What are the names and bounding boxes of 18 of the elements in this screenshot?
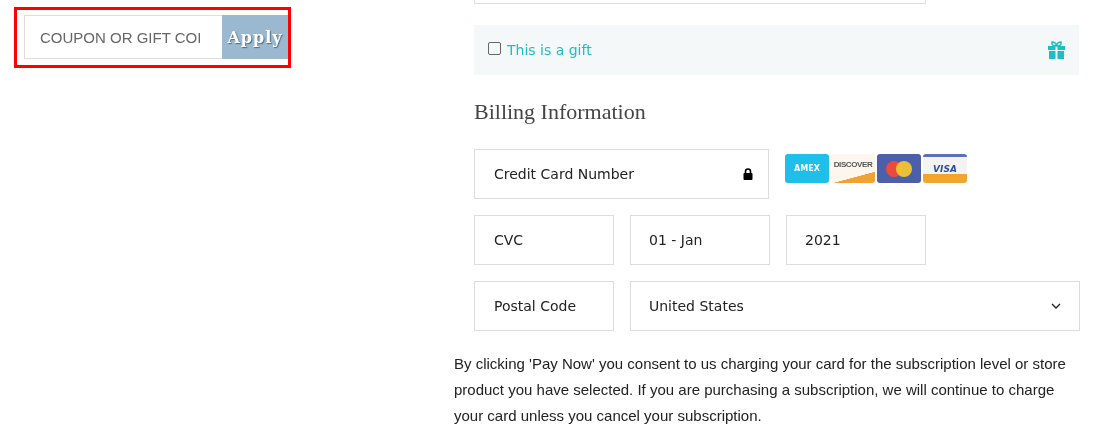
discover-card-logo: DISCOVER xyxy=(831,154,875,183)
gift-icon xyxy=(1048,41,1065,59)
amex-card-logo: AMEX xyxy=(785,154,829,183)
card-number-field[interactable]: Credit Card Number xyxy=(474,149,769,199)
postal-code-field[interactable]: Postal Code xyxy=(474,281,614,331)
input-field[interactable] xyxy=(474,0,926,4)
mastercard-logo xyxy=(877,154,921,183)
cvc-field[interactable]: CVC xyxy=(474,215,614,265)
visa-card-logo: VISA xyxy=(923,154,967,183)
chevron-down-icon xyxy=(1051,303,1061,309)
country-select[interactable]: United States xyxy=(630,281,1080,331)
year-select[interactable]: 2021 xyxy=(786,215,926,265)
section-heading: Billing Information xyxy=(474,99,647,126)
lock-icon xyxy=(743,168,753,180)
month-select[interactable]: 01 - Jan xyxy=(630,215,770,265)
gift-checkbox[interactable] xyxy=(488,41,501,55)
consent-text: By clicking 'Pay Now' you consent to us charging your card for the subscription level or store product you have selected. If you are purchasing a subscription, we will continue to charge your card unless you cancel your subscription. xyxy=(454,354,1067,426)
coupon-field[interactable]: COUPON OR GIFT COI xyxy=(24,15,222,59)
